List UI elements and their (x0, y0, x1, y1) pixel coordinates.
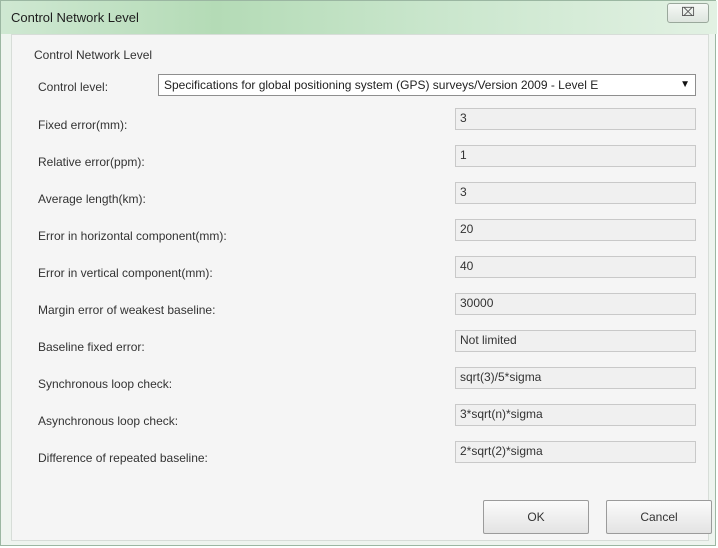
window-title: Control Network Level (11, 10, 139, 25)
dialog-window: Control Network Level ⌧ Control Network … (0, 0, 717, 546)
ok-button[interactable]: OK (483, 500, 589, 534)
vertical-error-field[interactable]: 40 (455, 256, 696, 278)
weakest-baseline-label: Margin error of weakest baseline: (38, 303, 216, 317)
relative-error-label: Relative error(ppm): (38, 155, 145, 169)
relative-error-field[interactable]: 1 (455, 145, 696, 167)
group-title: Control Network Level (34, 48, 153, 62)
fixed-error-label: Fixed error(mm): (38, 118, 128, 132)
synchronous-loop-field[interactable]: sqrt(3)/5*sigma (455, 367, 696, 389)
baseline-fixed-error-label: Baseline fixed error: (38, 340, 145, 354)
asynchronous-loop-field[interactable]: 3*sqrt(n)*sigma (455, 404, 696, 426)
fixed-error-field[interactable]: 3 (455, 108, 696, 130)
repeated-baseline-field[interactable]: 2*sqrt(2)*sigma (455, 441, 696, 463)
dialog-body: Control Network Level Control level: Spe… (11, 34, 712, 541)
horizontal-error-field[interactable]: 20 (455, 219, 696, 241)
close-icon: ⌧ (681, 5, 695, 19)
title-bar[interactable]: Control Network Level ⌧ (1, 1, 717, 34)
weakest-baseline-field[interactable]: 30000 (455, 293, 696, 315)
vertical-error-label: Error in vertical component(mm): (38, 266, 213, 280)
control-level-label: Control level: (38, 80, 109, 94)
repeated-baseline-label: Difference of repeated baseline: (38, 451, 208, 465)
dropdown-arrow-icon[interactable]: ▼ (680, 75, 690, 95)
control-level-value: Specifications for global positioning sy… (164, 78, 599, 92)
cancel-button[interactable]: Cancel (606, 500, 712, 534)
control-level-select[interactable]: Specifications for global positioning sy… (158, 74, 696, 96)
horizontal-error-label: Error in horizontal component(mm): (38, 229, 227, 243)
average-length-label: Average length(km): (38, 192, 146, 206)
baseline-fixed-error-field[interactable]: Not limited (455, 330, 696, 352)
average-length-field[interactable]: 3 (455, 182, 696, 204)
synchronous-loop-label: Synchronous loop check: (38, 377, 173, 391)
close-button[interactable]: ⌧ (667, 3, 709, 23)
asynchronous-loop-label: Asynchronous loop check: (38, 414, 179, 428)
